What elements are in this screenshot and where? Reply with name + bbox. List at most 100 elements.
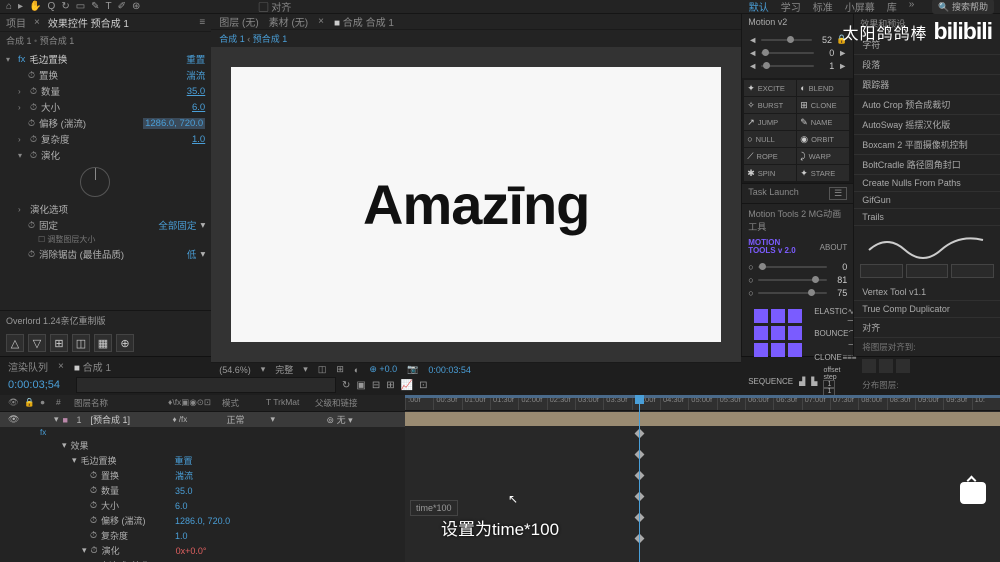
prop-displacement: 置换 <box>39 68 182 82</box>
val-complexity[interactable]: 1.0 <box>192 134 205 145</box>
panel-item[interactable]: AutoSway 摇摆汉化版 <box>854 115 1000 135</box>
overlord-btn-2[interactable]: ▽ <box>28 334 46 352</box>
effect-name[interactable]: 毛边置换 <box>29 52 182 66</box>
trails-btn-1[interactable] <box>860 264 903 278</box>
truecomp-item[interactable]: True Comp Duplicator <box>854 301 1000 318</box>
overlord-btn-5[interactable]: ▦ <box>94 334 112 352</box>
brush-tool-icon[interactable]: ✐ <box>118 1 126 12</box>
workspace-tab-library[interactable]: 库 <box>887 0 897 14</box>
panel-item[interactable]: Auto Crop 预合成裁切 <box>854 95 1000 115</box>
motion-action-name[interactable]: ✎NAME <box>797 114 849 130</box>
panel-item[interactable]: 跟踪器 <box>854 75 1000 95</box>
tab-composition[interactable]: ■ 合成 合成 1 <box>334 14 394 29</box>
lock-icon[interactable]: 🔒 <box>836 34 847 45</box>
val-size[interactable]: 6.0 <box>192 102 205 113</box>
work-area-bar[interactable] <box>405 395 1000 398</box>
workspace-tab-learn[interactable]: 学习 <box>781 0 801 14</box>
motion-action-null[interactable]: ○NULL <box>744 131 796 147</box>
panel-item[interactable]: Boxcam 2 平面摄像机控制 <box>854 135 1000 155</box>
tab-footage[interactable]: 素材 (无) <box>269 14 308 29</box>
tab-render-queue[interactable]: 渲染队列 <box>8 359 48 374</box>
reset-link[interactable]: 重置 <box>186 52 205 66</box>
motion-slider-1[interactable] <box>761 39 812 41</box>
panel-item[interactable]: Create Nulls From Paths <box>854 175 1000 192</box>
project-tab[interactable]: 项目 <box>6 15 26 30</box>
panel-item[interactable]: 字符 <box>854 35 1000 55</box>
timeline-layer-1[interactable]: 👁 ▾■1 [预合成 1] ♦ /fx 正常▾ ⊚ 无 ▾ <box>0 412 405 427</box>
workspace-tab-default[interactable]: 默认 <box>749 0 769 14</box>
tl-icon-snap[interactable]: ⊡ <box>419 380 427 391</box>
help-search[interactable]: 🔍 搜索帮助 <box>932 0 994 14</box>
layer-track-bar[interactable] <box>405 412 1000 426</box>
overlord-btn-6[interactable]: ⊕ <box>116 334 134 352</box>
task-launch-box[interactable]: ☰ <box>829 187 847 200</box>
val-amount[interactable]: 35.0 <box>187 86 206 97</box>
mt-slider-3[interactable] <box>758 292 828 294</box>
motion-action-stare[interactable]: ✦STARE <box>797 165 849 181</box>
trails-btn-3[interactable] <box>951 264 994 278</box>
overlord-btn-1[interactable]: △ <box>6 334 24 352</box>
motion-action-grid: ✦EXCITE◐BLEND✧BURST⊞CLONE↗JUMP✎NAME○NULL… <box>742 78 853 183</box>
mt-slider-1[interactable] <box>758 266 828 268</box>
text-tool-icon[interactable]: T <box>106 1 112 12</box>
align-panel-header[interactable]: 对齐 <box>854 318 1000 338</box>
trails-btn-2[interactable] <box>906 264 949 278</box>
panel-item[interactable]: Trails <box>854 209 1000 226</box>
tab-layer[interactable]: 图层 (无) <box>219 14 258 29</box>
tab-comp1[interactable]: ■ 合成 1 <box>74 359 111 374</box>
selection-tool-icon[interactable]: ▸ <box>18 1 23 12</box>
effect-breadcrumb: 合成 1 • 预合成 1 <box>0 32 211 49</box>
playhead[interactable] <box>639 395 640 562</box>
effect-controls-tab[interactable]: 效果控件 预合成 1 <box>48 15 129 30</box>
timeline-timecode[interactable]: 0:00:03;54 <box>0 377 68 393</box>
snap-toggle[interactable]: ▢ 对齐 <box>258 0 291 14</box>
hand-tool-icon[interactable]: ✋ <box>29 1 41 12</box>
tl-icon-1[interactable]: ↻ <box>342 380 350 391</box>
mt-slider-2[interactable] <box>758 279 828 281</box>
panel-item[interactable]: 段落 <box>854 55 1000 75</box>
panel-item[interactable]: BoltCradle 路径圆角封口 <box>854 155 1000 175</box>
overlord-btn-4[interactable]: ◫ <box>72 334 90 352</box>
zoom-tool-icon[interactable]: Q <box>48 1 56 12</box>
motion-action-blend[interactable]: ◐BLEND <box>797 80 849 96</box>
motion-action-jump[interactable]: ↗JUMP <box>744 114 796 130</box>
motion-action-burst[interactable]: ✧BURST <box>744 97 796 113</box>
val-displacement[interactable]: 湍流 <box>186 68 205 82</box>
workspace-tab-small[interactable]: 小屏幕 <box>845 0 875 14</box>
right-dock: 效果和预设 字符段落跟踪器Auto Crop 预合成裁切AutoSway 摇摆汉… <box>853 14 1000 356</box>
slider-left-icon[interactable]: ◄ <box>748 35 757 45</box>
motion-action-orbit[interactable]: ◉ORBIT <box>797 131 849 147</box>
tl-icon-2[interactable]: ▣ <box>356 380 365 391</box>
motion-action-warp[interactable]: ⤸WARP <box>797 148 849 164</box>
anchor-grid[interactable] <box>748 305 808 361</box>
tl-icon-3[interactable]: ⊟ <box>372 380 380 391</box>
stamp-tool-icon[interactable]: ⊛ <box>132 1 140 12</box>
prop-antialias: 消除锯齿 (最佳品质) <box>39 247 183 261</box>
val-pinning[interactable]: 全部固定 <box>158 218 196 232</box>
panel-item[interactable]: GifGun <box>854 192 1000 209</box>
viewer-area[interactable]: Amazīng <box>211 47 741 362</box>
motion-action-clone[interactable]: ⊞CLONE <box>797 97 849 113</box>
shape-tool-icon[interactable]: ▭ <box>76 1 85 12</box>
motion-action-rope[interactable]: ⟋ROPE <box>744 148 796 164</box>
vertex-tool-item[interactable]: Vertex Tool v1.1 <box>854 284 1000 301</box>
overlord-btn-3[interactable]: ⊞ <box>50 334 68 352</box>
workspace-tab-standard[interactable]: 标准 <box>813 0 833 14</box>
rotate-tool-icon[interactable]: ↻ <box>61 1 69 12</box>
pen-tool-icon[interactable]: ✎ <box>91 1 99 12</box>
timeline-search[interactable] <box>76 377 336 393</box>
val-antialias[interactable]: 低 <box>187 247 197 261</box>
prop-evolve-options[interactable]: 演化选项 <box>30 202 205 216</box>
effects-presets-header[interactable]: 效果和预设 <box>854 14 1000 33</box>
about-button[interactable]: ABOUT <box>820 243 848 252</box>
tl-icon-4[interactable]: ⊞ <box>386 380 394 391</box>
home-icon[interactable]: ⌂ <box>6 1 12 12</box>
evolution-dial[interactable] <box>80 167 110 197</box>
motion-slider-2[interactable] <box>761 52 814 54</box>
motion-action-spin[interactable]: ✱SPIN <box>744 165 796 181</box>
val-offset[interactable]: 1286.0, 720.0 <box>143 118 205 129</box>
motion-action-excite[interactable]: ✦EXCITE <box>744 80 796 96</box>
workspace-more[interactable]: » <box>909 0 915 14</box>
tl-icon-graph[interactable]: 📈 <box>401 380 413 391</box>
motion-slider-3[interactable] <box>761 65 814 67</box>
